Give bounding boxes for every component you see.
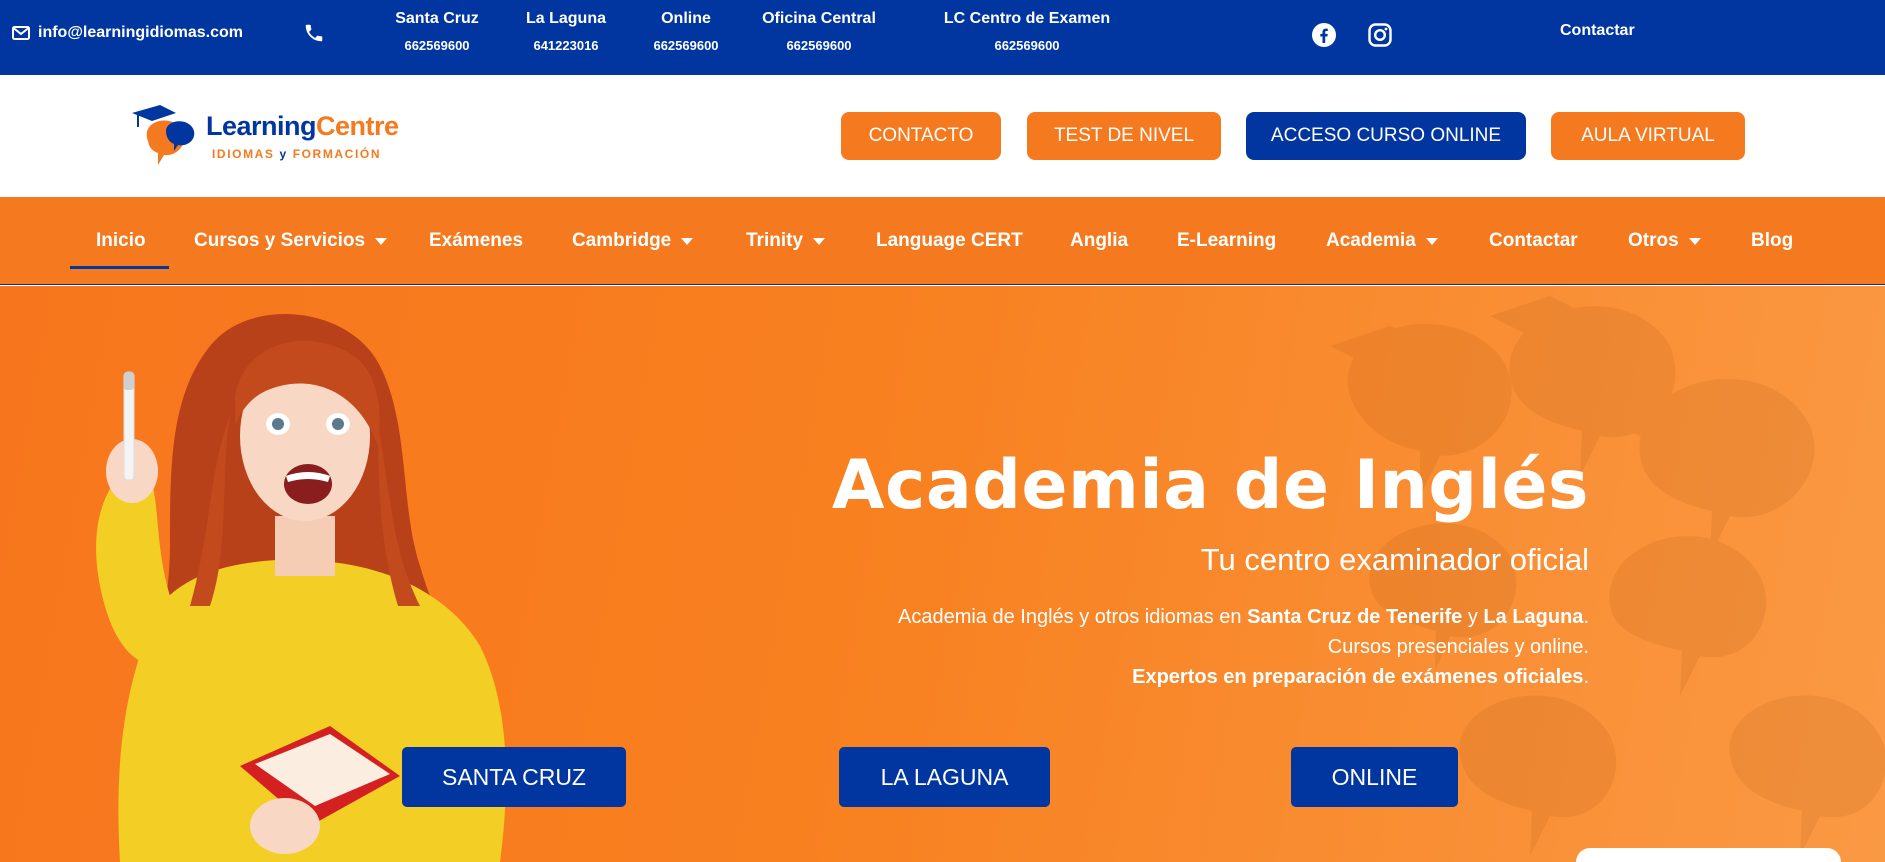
- acceso-curso-online-button[interactable]: ACCESO CURSO ONLINE: [1246, 112, 1526, 160]
- nav-item-otros[interactable]: Otros: [1628, 230, 1701, 252]
- desc-text: .: [1583, 666, 1589, 688]
- nav-label: Otros: [1628, 230, 1679, 251]
- desc-text: Academia de Inglés y otros idiomas en: [897, 606, 1248, 628]
- nav-item-academia[interactable]: Academia: [1326, 230, 1438, 252]
- logo-tag-idiomas: IDIOMAS: [212, 147, 280, 161]
- location-name: Oficina Central: [762, 10, 876, 27]
- nav-label: Inicio: [96, 230, 146, 251]
- nav-item-blog[interactable]: Blog: [1751, 230, 1793, 252]
- hero-desc-line-1: Academia de Inglés y otros idiomas en Sa…: [898, 602, 1589, 632]
- nav-label: Trinity: [746, 230, 804, 251]
- learning-centre-logo[interactable]: LearningCentre IDIOMAS y FORMACIÓN: [130, 101, 410, 171]
- desc-bold-expertos: Expertos en preparación de exámenes ofic…: [1132, 666, 1584, 688]
- location-phone[interactable]: 662569600: [653, 38, 718, 53]
- main-nav: Inicio Cursos y Servicios Exámenes Cambr…: [0, 197, 1885, 285]
- logo-word-learning: Learning: [206, 111, 317, 141]
- hero-banner: Academia de Inglés Tu centro examinador …: [0, 286, 1885, 862]
- nav-label: Contactar: [1489, 230, 1578, 251]
- nav-item-trinity[interactable]: Trinity: [746, 230, 826, 252]
- nav-item-language-cert[interactable]: Language CERT: [876, 230, 1023, 252]
- envelope-icon: [12, 26, 30, 40]
- nav-label: Blog: [1751, 230, 1794, 251]
- nav-label: Cambridge: [572, 230, 672, 251]
- location-phone[interactable]: 662569600: [395, 38, 479, 53]
- desc-bold-santa-cruz: Santa Cruz de Tenerife: [1247, 606, 1463, 628]
- logo-wordmark: LearningCentre: [206, 111, 399, 142]
- caret-down-icon: [1688, 237, 1701, 245]
- nav-item-cambridge[interactable]: Cambridge: [572, 230, 694, 252]
- caret-down-icon: [1425, 237, 1438, 245]
- caret-down-icon: [813, 237, 826, 245]
- logo-tag-y: y: [279, 147, 293, 161]
- location-santa-cruz: Santa Cruz 662569600: [395, 10, 479, 53]
- nav-label: Anglia: [1070, 230, 1129, 251]
- location-name: Santa Cruz: [395, 10, 479, 27]
- nav-item-examenes[interactable]: Exámenes: [429, 230, 523, 252]
- logo-mark-icon: [132, 105, 195, 165]
- nav-label: Language CERT: [876, 230, 1023, 251]
- location-phone[interactable]: 641223016: [526, 38, 606, 53]
- test-de-nivel-button[interactable]: TEST DE NIVEL: [1027, 112, 1221, 160]
- email-link[interactable]: info@learningidiomas.com: [12, 24, 243, 42]
- nav-label: E-Learning: [1177, 230, 1277, 251]
- hero-description: Academia de Inglés y otros idiomas en Sa…: [898, 602, 1589, 692]
- top-contact-link[interactable]: Contactar: [1560, 22, 1635, 40]
- caret-down-icon: [375, 237, 388, 245]
- desc-bold-la-laguna: La Laguna: [1483, 606, 1584, 628]
- phone-icon: [305, 24, 323, 42]
- location-name: La Laguna: [525, 10, 607, 27]
- location-oficina-central: Oficina Central 662569600: [762, 10, 876, 53]
- nav-label: Cursos y Servicios: [194, 230, 366, 251]
- instagram-icon[interactable]: [1367, 22, 1393, 48]
- nav-item-e-learning[interactable]: E-Learning: [1177, 230, 1276, 252]
- location-la-laguna: La Laguna 641223016: [526, 10, 606, 53]
- contacto-button[interactable]: CONTACTO: [841, 112, 1001, 160]
- desc-text: .: [1583, 606, 1589, 628]
- hero-desc-line-3: Expertos en preparación de exámenes ofic…: [898, 662, 1589, 692]
- la-laguna-button[interactable]: LA LAGUNA: [839, 747, 1050, 807]
- location-phone[interactable]: 662569600: [762, 38, 876, 53]
- desc-text: y: [1462, 606, 1484, 628]
- hero-title: Academia de Inglés: [831, 446, 1589, 525]
- top-bar: info@learningidiomas.com Santa Cruz 6625…: [0, 0, 1885, 75]
- email-text: info@learningidiomas.com: [38, 24, 243, 41]
- location-online: Online 662569600: [653, 10, 718, 53]
- nav-label: Exámenes: [429, 230, 524, 251]
- facebook-icon[interactable]: [1311, 22, 1337, 48]
- active-nav-indicator: [70, 266, 169, 269]
- hero-subtitle: Tu centro examinador oficial: [1200, 542, 1589, 577]
- location-name: Online: [661, 10, 711, 27]
- site-header: LearningCentre IDIOMAS y FORMACIÓN CONTA…: [0, 75, 1885, 197]
- location-phone[interactable]: 662569600: [944, 38, 1110, 53]
- santa-cruz-button[interactable]: SANTA CRUZ: [402, 747, 626, 807]
- location-name: LC Centro de Examen: [943, 10, 1111, 27]
- logo-tagline: IDIOMAS y FORMACIÓN: [212, 147, 381, 161]
- logo-word-centre: Centre: [316, 111, 399, 141]
- online-button[interactable]: ONLINE: [1291, 747, 1458, 807]
- caret-down-icon: [681, 237, 694, 245]
- location-exam-centre: LC Centro de Examen 662569600: [944, 10, 1110, 53]
- nav-item-contactar[interactable]: Contactar: [1489, 230, 1578, 252]
- hero-desc-line-2: Cursos presenciales y online.: [1327, 636, 1589, 658]
- nav-item-inicio[interactable]: Inicio: [96, 230, 146, 252]
- floating-panel-edge: [1576, 848, 1841, 862]
- nav-label: Academia: [1326, 230, 1416, 251]
- nav-item-cursos-y-servicios[interactable]: Cursos y Servicios: [194, 230, 388, 252]
- logo-tag-formacion: FORMACIÓN: [292, 147, 382, 161]
- aula-virtual-button[interactable]: AULA VIRTUAL: [1551, 112, 1745, 160]
- nav-item-anglia[interactable]: Anglia: [1070, 230, 1128, 252]
